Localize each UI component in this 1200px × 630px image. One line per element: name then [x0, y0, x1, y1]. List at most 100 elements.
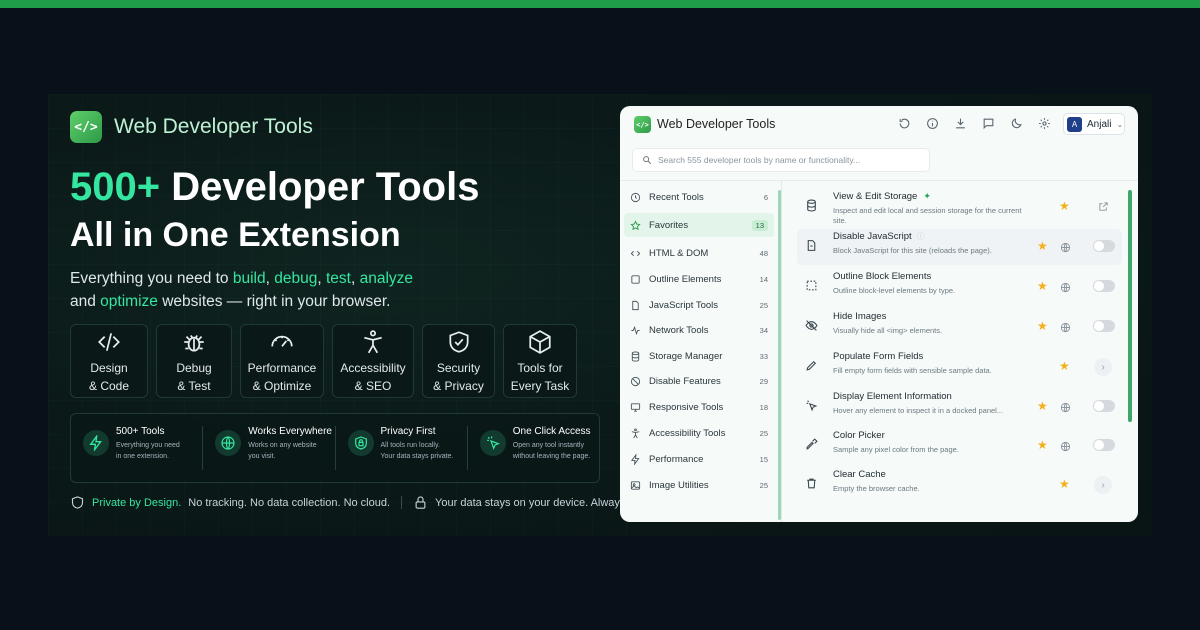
sidebar-item-performance[interactable]: Performance 15 [624, 447, 774, 471]
feature-item: Privacy First All tools run locally. Your … [336, 426, 468, 470]
tool-name-row: View & Edit Storage ✦ [833, 191, 931, 202]
sidebar-scrollbar[interactable] [778, 190, 781, 520]
toggle-switch[interactable] [1093, 280, 1115, 292]
tool-row[interactable]: Outline Block Elements Outline block-lev… [797, 269, 1122, 305]
globe-icon [1060, 320, 1071, 333]
database-icon [631, 350, 640, 362]
toggle-switch[interactable] [1093, 400, 1115, 412]
sidebar-item-javascript-tools[interactable]: JavaScript Tools 25 [624, 293, 774, 317]
pencil-icon [805, 359, 818, 372]
tool-list-scrollbar[interactable] [1128, 190, 1132, 422]
tool-row[interactable]: Populate Form Fields Fill empty form fie… [797, 349, 1122, 385]
favorite-star-icon[interactable]: ★ [1059, 360, 1070, 372]
gauge-icon [271, 335, 293, 347]
brand-name: Web Developer Tools [114, 115, 313, 138]
sub-comma: , [317, 270, 326, 287]
subheadline: Everything you need to build, debug, tes… [70, 267, 413, 313]
pointer-icon [805, 399, 818, 412]
tool-description: Fill empty form fields with sensible sam… [833, 366, 992, 375]
toggle-switch[interactable] [1093, 240, 1115, 252]
bolt-icon [83, 430, 109, 456]
tool-row[interactable]: Color Picker Sample any pixel color from… [797, 428, 1122, 464]
code-icon [630, 250, 641, 256]
favorite-star-icon[interactable]: ★ [1037, 320, 1048, 332]
favorite-star-icon[interactable]: ★ [1037, 400, 1048, 412]
square-icon [631, 274, 640, 284]
app-title: Web Developer Tools [657, 117, 776, 131]
sub-comma: , [350, 270, 360, 287]
card-label: & Test [177, 379, 211, 393]
favorite-star-icon[interactable]: ★ [1059, 478, 1070, 490]
gear-icon[interactable] [1038, 117, 1051, 130]
feature-title: Works Everywhere [248, 426, 332, 437]
brand: </> Web Developer Tools [70, 111, 313, 143]
sidebar-item-label: Storage Manager [649, 350, 723, 362]
globe-icon [1060, 439, 1071, 452]
card-label: Accessibility [340, 361, 406, 375]
tool-name: Populate Form Fields [833, 351, 924, 362]
privacy-text: Your data stays on your device. Always. [435, 496, 629, 509]
sidebar-item-accessibility-tools[interactable]: Accessibility Tools 25 [624, 421, 774, 445]
tool-row[interactable]: Clear Cache Empty the browser cache. ★ › [797, 467, 1122, 503]
feature-item: One Click Access Open any tool instantly w… [468, 426, 599, 470]
monitor-icon [630, 402, 641, 412]
user-menu[interactable]: A Anjali ⌄ [1063, 113, 1125, 135]
sidebar-item-recent-tools[interactable]: Recent Tools 6 [624, 185, 774, 209]
tool-row[interactable]: Hide Images Visually hide all <img> elem… [797, 309, 1122, 345]
feature-title: Privacy First [380, 426, 436, 437]
favorite-star-icon[interactable]: ★ [1037, 439, 1048, 451]
search-input[interactable] [658, 155, 918, 165]
download-icon[interactable] [954, 117, 967, 130]
tool-description: Empty the browser cache. [833, 484, 920, 493]
tool-row[interactable]: Disable JavaScript ⓘ Block JavaScript for… [797, 229, 1122, 265]
brand-logo-icon: </> [70, 111, 102, 143]
headline-line2: All in One Extension [70, 216, 401, 254]
sidebar-item-outline-elements[interactable]: Outline Elements 14 [624, 267, 774, 291]
sidebar-item-storage-manager[interactable]: Storage Manager 33 [624, 344, 774, 368]
sidebar-item-count: 33 [759, 351, 768, 361]
header-actions [898, 117, 1051, 130]
moon-icon[interactable] [1010, 117, 1023, 130]
chevron-right-icon[interactable]: › [1094, 358, 1112, 376]
history-icon[interactable] [898, 117, 911, 130]
sub-comma: , [265, 270, 275, 287]
sidebar-item-count: 15 [759, 454, 768, 464]
card-label: & Code [88, 379, 130, 393]
file-icon [632, 300, 639, 310]
favorite-star-icon[interactable]: ★ [1037, 280, 1048, 292]
toggle-switch[interactable] [1093, 320, 1115, 332]
external-link-icon[interactable] [1098, 199, 1110, 211]
sidebar-item-label: Recent Tools [649, 191, 704, 203]
toggle-switch[interactable] [1093, 439, 1115, 451]
card-label: Performance [247, 361, 317, 375]
sidebar-item-disable-features[interactable]: Disable Features 29 [624, 369, 774, 393]
card-security: Security & Privacy [422, 324, 495, 398]
sidebar-item-count: 6 [763, 192, 768, 202]
sidebar-item-label: Outline Elements [649, 273, 722, 285]
favorite-star-icon[interactable]: ★ [1037, 240, 1048, 252]
sidebar-item-count: 25 [759, 300, 768, 310]
tool-row[interactable]: Display Element Information Hover any el… [797, 389, 1122, 425]
sidebar-item-label: HTML & DOM [649, 247, 709, 259]
sub-debug: debug [274, 270, 318, 287]
privacy-text: No tracking. No data collection. No clou… [188, 496, 391, 509]
sidebar-item-favorites[interactable]: Favorites 13 [624, 213, 774, 237]
sidebar-item-responsive-tools[interactable]: Responsive Tools 18 [624, 395, 774, 419]
chevron-right-icon[interactable]: › [1094, 476, 1112, 494]
sub-test: test [325, 270, 351, 287]
sidebar-item-network-tools[interactable]: Network Tools 34 [624, 318, 774, 342]
feature-desc: Your data stays private. [380, 453, 454, 460]
sidebar-item-image-utilities[interactable]: Image Utilities 25 [624, 473, 774, 497]
tool-description: Sample any pixel color from the page. [833, 445, 959, 454]
favorite-star-icon[interactable]: ★ [1059, 200, 1070, 212]
sidebar-item-html-dom[interactable]: HTML & DOM 48 [624, 241, 774, 265]
card-label: Design [90, 361, 128, 375]
pulse-icon [631, 325, 640, 335]
tool-row[interactable]: View & Edit Storage ✦ Inspect and edit lo… [797, 189, 1122, 225]
sidebar-item-count: 29 [759, 376, 768, 386]
pin-icon: ✦ [923, 191, 931, 201]
sub-text: and [70, 293, 101, 310]
sub-analyze: analyze [359, 270, 414, 287]
message-icon[interactable] [982, 117, 995, 130]
info-icon[interactable] [926, 117, 939, 130]
